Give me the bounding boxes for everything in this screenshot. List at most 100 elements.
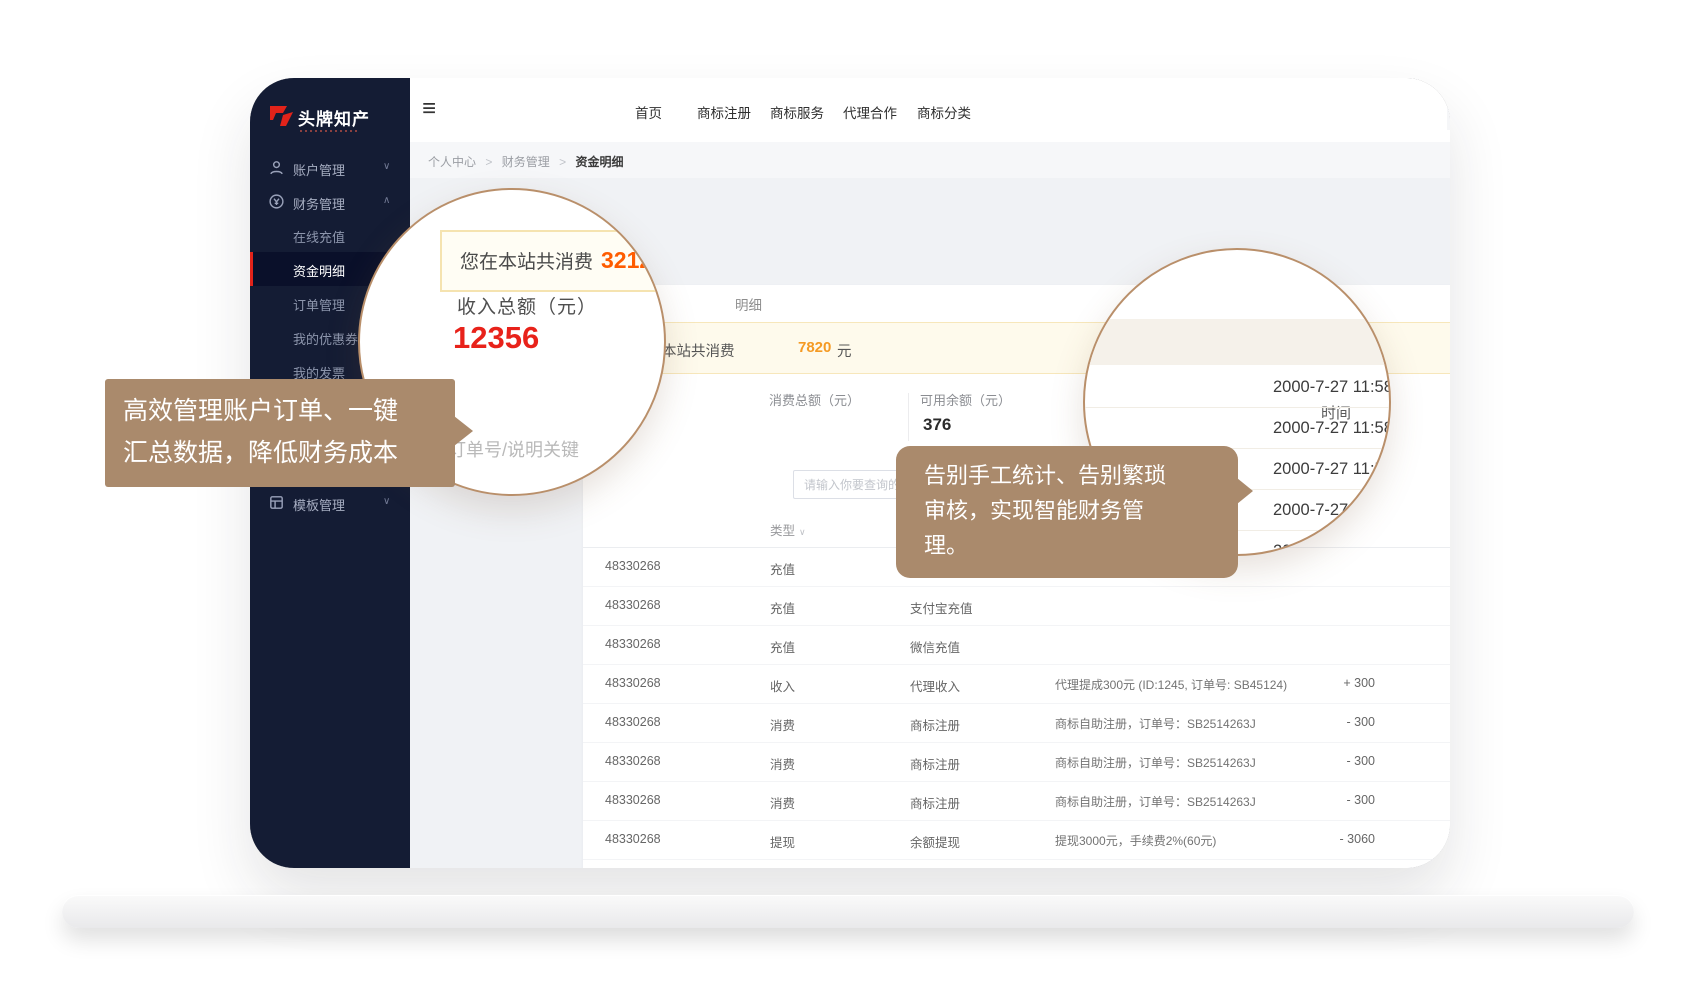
- table-row: 48330268 充值 支付宝充值 2000-7-27 11:58:03: [583, 586, 1450, 626]
- cell-type: 充值: [770, 559, 795, 578]
- sidebar-item-label: 账户管理: [293, 160, 345, 179]
- chevron-down-icon: ∨: [383, 161, 390, 172]
- cell-type: 充值: [770, 598, 795, 617]
- col-type: 类型: [770, 524, 795, 538]
- breadcrumb-separator: >: [485, 155, 492, 169]
- cell-project: 支付宝充值: [910, 598, 973, 617]
- chevron-down-icon: ∨: [383, 496, 390, 507]
- sidebar-item-finance[interactable]: 财务管理 ∧: [250, 187, 410, 217]
- nav-item-trademark-category[interactable]: 商标分类: [917, 102, 971, 122]
- brand-logo-icon: [268, 104, 296, 128]
- sidebar-item-online-recharge[interactable]: 在线充值: [250, 220, 410, 250]
- cell-project: 代理收入: [910, 676, 960, 695]
- cell-order: 48330268: [605, 598, 661, 612]
- sidebar-item-account[interactable]: 账户管理 ∨: [250, 153, 410, 183]
- lens-time-header: 时间: [1085, 319, 1389, 365]
- lens-banner-zoom: 您在本站共消费 32124: [440, 230, 666, 292]
- lens-time-row: 2000-7-27 11:58:03: [1273, 378, 1391, 397]
- cell-order: 48330268: [605, 559, 661, 573]
- breadcrumb-bar: 个人中心 > 财务管理 > 资金明细: [410, 142, 1450, 178]
- lens-banner-amount: 32124: [601, 247, 665, 273]
- cell-project: 商标注册: [910, 793, 960, 812]
- cell-type: 消费: [770, 793, 795, 812]
- top-navbar: ≡ 首页 商标注册 商标服务 代理合作 商标分类: [410, 78, 1450, 143]
- available-balance-value: 376: [923, 415, 951, 435]
- cell-balance: ¥ 12231: [1395, 754, 1450, 768]
- callout-right-line3: 理。: [924, 528, 968, 560]
- cell-desc: 商标自助注册，订单号：SB2514263J: [1055, 754, 1256, 771]
- lens-time-row: 2000-7-27 11:58:03: [1273, 542, 1391, 556]
- table-row: 48330268 充值 微信充值 2000-7-27 11:58:03: [583, 625, 1450, 665]
- sort-icon: ∨: [799, 527, 806, 537]
- callout-left-line2: 汇总数据，降低财务成本: [123, 433, 398, 469]
- table-row: 48330268 收入 代理收入 代理提成300元 (ID:1245, 订单号:…: [583, 664, 1450, 704]
- brand-name: 头牌知产: [298, 105, 370, 130]
- breadcrumb-separator: >: [559, 155, 566, 169]
- cell-type: 提现: [770, 832, 795, 851]
- sidebar-item-label: 财务管理: [293, 194, 345, 213]
- banner-amount: 7820: [798, 339, 831, 356]
- hamburger-icon[interactable]: ≡: [422, 95, 436, 123]
- stats-divider: [908, 393, 909, 441]
- cell-order: 48330268: [605, 637, 661, 651]
- cell-order: 48330268: [605, 832, 661, 846]
- lens-banner-label: 您在本站共消费: [460, 252, 593, 273]
- table-row: 48330268 消费 商标注册 商标自助注册，订单号：SB2514263J -…: [583, 781, 1450, 821]
- callout-right-line2: 审核，实现智能财务管: [924, 493, 1144, 525]
- lens-income-value: 12356: [453, 320, 539, 356]
- callout-right: 告别手工统计、告别繁琐 审核，实现智能财务管 理。: [896, 446, 1238, 578]
- table-row: 48330268 消费 商标注册 商标自助注册，订单号：SB2514263J -…: [583, 742, 1450, 782]
- laptop-base: [62, 895, 1634, 928]
- chevron-up-icon: ∧: [383, 195, 390, 206]
- template-icon: [268, 494, 285, 511]
- cell-project: 余额提现: [910, 832, 960, 851]
- cell-amount: - 300: [1245, 793, 1375, 807]
- callout-right-arrow: [1237, 478, 1253, 504]
- user-icon: [268, 159, 285, 176]
- cell-desc: 商标自助注册，订单号：SB2514263J: [1055, 793, 1256, 810]
- available-balance-label: 可用余额（元）: [920, 390, 1011, 409]
- cell-order: 48330268: [605, 676, 661, 690]
- cell-desc: 商标自助注册，订单号：SB2514263J: [1055, 715, 1256, 732]
- finance-icon: [268, 193, 285, 210]
- breadcrumb: 个人中心 > 财务管理 > 资金明细: [428, 153, 623, 170]
- cell-type: 充值: [770, 637, 795, 656]
- lens-time-row: 2000-7-27 11:58:03: [1273, 501, 1391, 520]
- cell-balance: ¥ 12231: [1395, 676, 1450, 690]
- callout-left-line1: 高效管理账户订单、一键: [123, 391, 398, 427]
- breadcrumb-home[interactable]: 个人中心: [428, 155, 476, 169]
- table-row: 48330268 消费 商标注册 商标自助注册，订单号：SB2514263J -…: [583, 703, 1450, 743]
- sidebar-item-template[interactable]: 模板管理 ∨: [250, 488, 410, 518]
- nav-item-trademark-register[interactable]: 商标注册: [697, 102, 751, 122]
- cell-amount: + 300: [1245, 676, 1375, 690]
- callout-right-line1: 告别手工统计、告别繁琐: [924, 458, 1166, 490]
- cell-type: 消费: [770, 754, 795, 773]
- table-row: 48330268 提现 余额提现 提现3000元，手续费2%(60元) - 30…: [583, 820, 1450, 860]
- cell-project: 商标注册: [910, 715, 960, 734]
- cell-balance: ¥ 12231: [1395, 793, 1450, 807]
- cell-balance: ¥ 12231: [1395, 832, 1450, 846]
- spend-total-label: 消费总额（元）: [769, 390, 860, 409]
- cell-project: 商标注册: [910, 754, 960, 773]
- cell-type: 消费: [770, 715, 795, 734]
- nav-item-agency[interactable]: 代理合作: [843, 102, 897, 122]
- nav-item-home[interactable]: 首页: [635, 102, 662, 122]
- trademark-search-input[interactable]: [1447, 104, 1450, 130]
- lens-time-row: 2000-7-27 11:58:03: [1273, 460, 1391, 479]
- cell-balance: ¥ 12231: [1395, 715, 1450, 729]
- marketing-canvas: 头牌知产 账户管理 ∨: [0, 0, 1696, 1002]
- cell-order: 48330268: [605, 715, 661, 729]
- cell-order: 48330268: [605, 793, 661, 807]
- nav-item-trademark-service[interactable]: 商标服务: [770, 102, 824, 122]
- cell-amount: - 300: [1245, 715, 1375, 729]
- cell-amount: - 300: [1245, 754, 1375, 768]
- breadcrumb-current: 资金明细: [575, 155, 623, 169]
- breadcrumb-finance[interactable]: 财务管理: [502, 155, 550, 169]
- tab-secondary[interactable]: 明细: [735, 294, 762, 314]
- cell-order: 48330268: [605, 754, 661, 768]
- banner-unit: 元: [837, 340, 852, 361]
- cell-project: 微信充值: [910, 637, 960, 656]
- sidebar-item-label: 模板管理: [293, 495, 345, 514]
- lens-income-label: 收入总额（元）: [457, 292, 597, 319]
- cell-type: 收入: [770, 676, 795, 695]
